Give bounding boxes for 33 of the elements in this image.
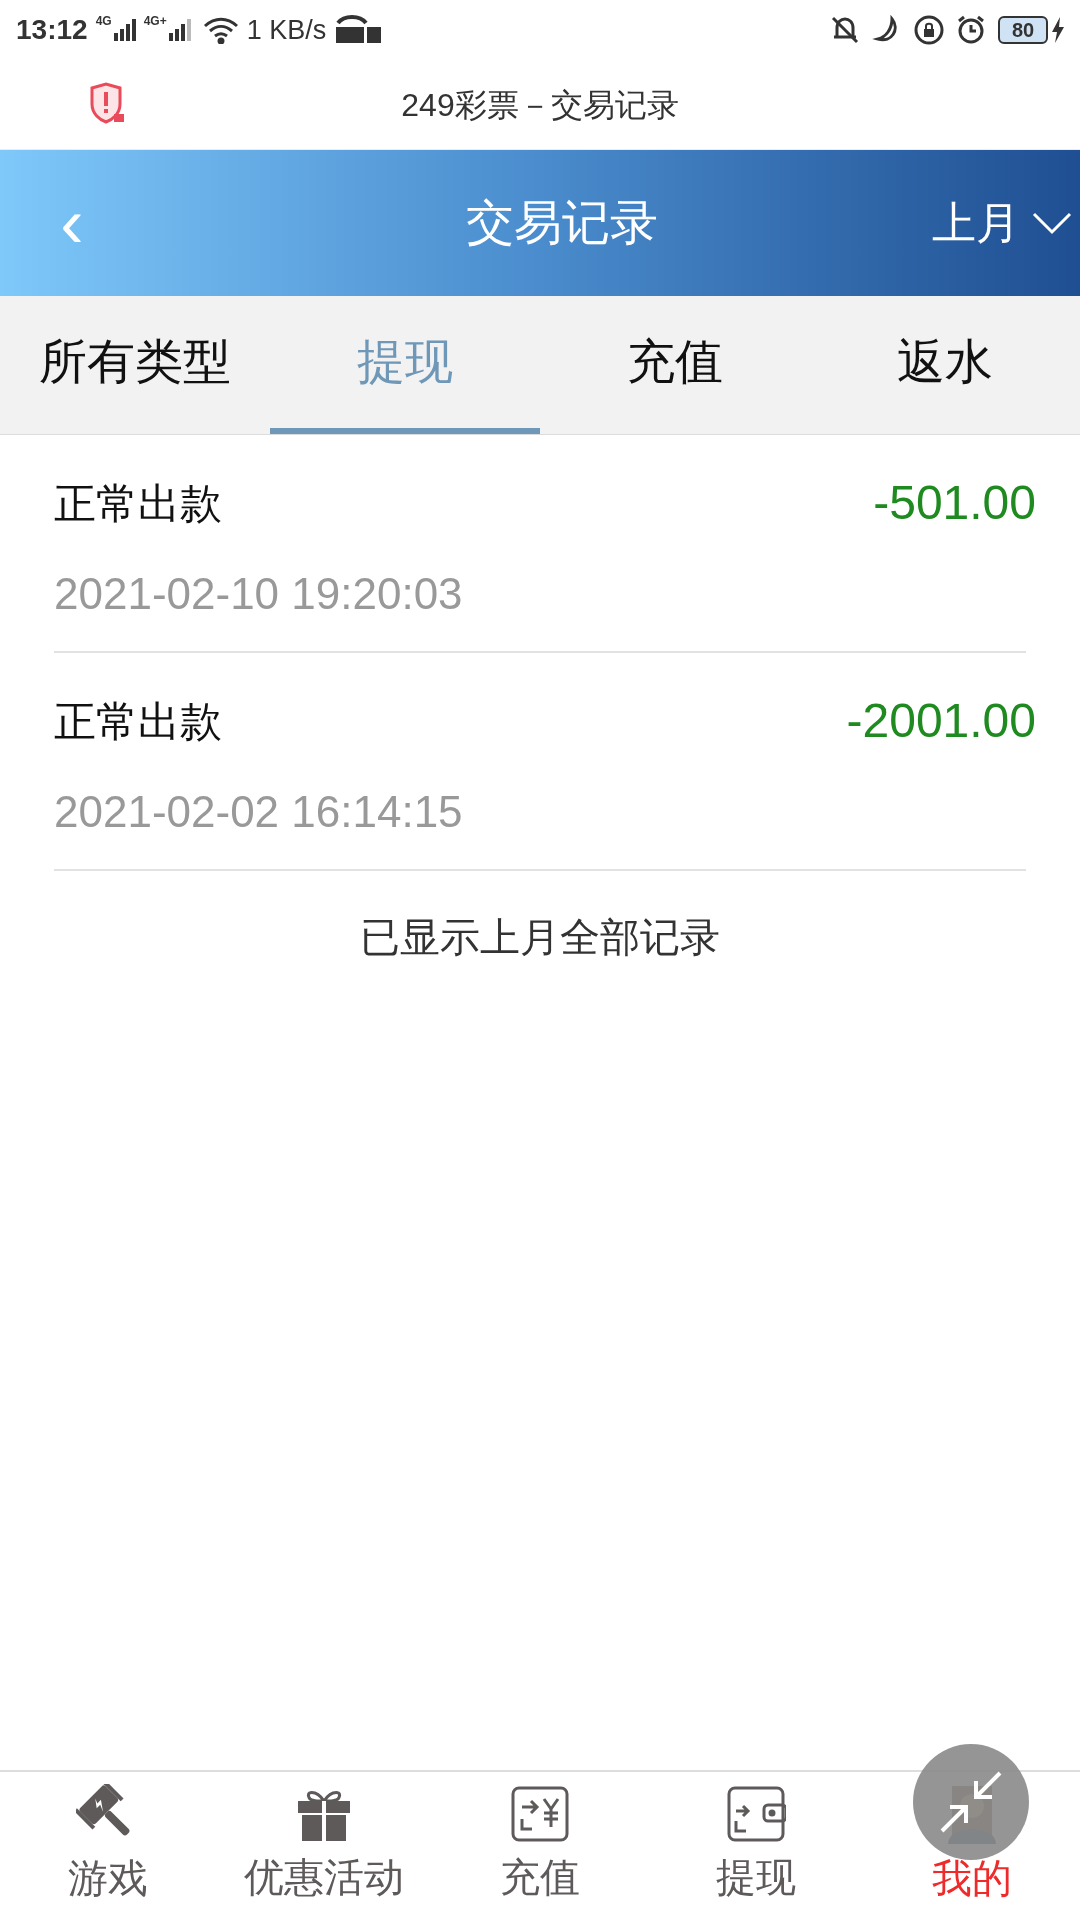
record-time: 2021-02-10 19:20:03 — [54, 568, 464, 620]
record-amount: -2001.00 — [846, 693, 1036, 749]
record-type: 正常出款 — [54, 478, 222, 529]
page-title: 249彩票－交易记录 — [401, 85, 679, 125]
nav-tab[interactable]: 优惠活动 — [216, 1785, 432, 1907]
end-of-list-note: 已显示上月全部记录 — [360, 914, 720, 961]
header-title: 交易记录 — [465, 195, 659, 251]
alarm-icon — [956, 15, 986, 45]
nav-tab[interactable]: 充值 — [432, 1785, 648, 1907]
signal-icon — [168, 19, 191, 41]
chevron-down-icon — [1032, 211, 1072, 235]
status-time: 13:12 — [16, 13, 88, 47]
battery-icon: 80 — [998, 16, 1048, 44]
record-time: 2021-02-02 16:14:15 — [54, 786, 464, 838]
wallet-icon — [510, 1785, 570, 1843]
signal-label: 4G — [95, 13, 112, 30]
network-speed: 1 KB/s — [246, 13, 327, 47]
bell-off-icon — [830, 15, 860, 45]
nav-tab[interactable]: 游戏 — [0, 1784, 216, 1908]
collapse-icon — [938, 1769, 1004, 1835]
charging-icon — [1052, 17, 1064, 43]
nav-tab[interactable]: 提现 — [648, 1785, 864, 1907]
rotation-lock-icon — [914, 15, 944, 45]
filter-tab[interactable]: 充值 — [540, 296, 810, 434]
period-dropdown[interactable]: 上月 — [932, 190, 1072, 256]
record-type: 正常出款 — [54, 696, 222, 747]
signal-icon — [113, 19, 136, 41]
wifi-icon — [202, 16, 239, 44]
filter-tab[interactable]: 所有类型 — [0, 296, 270, 434]
record-amount: -501.00 — [873, 475, 1036, 531]
signal-label: 4G+ — [143, 13, 167, 30]
filter-tab[interactable]: 返水 — [810, 296, 1080, 434]
wallet-icon — [726, 1785, 786, 1843]
